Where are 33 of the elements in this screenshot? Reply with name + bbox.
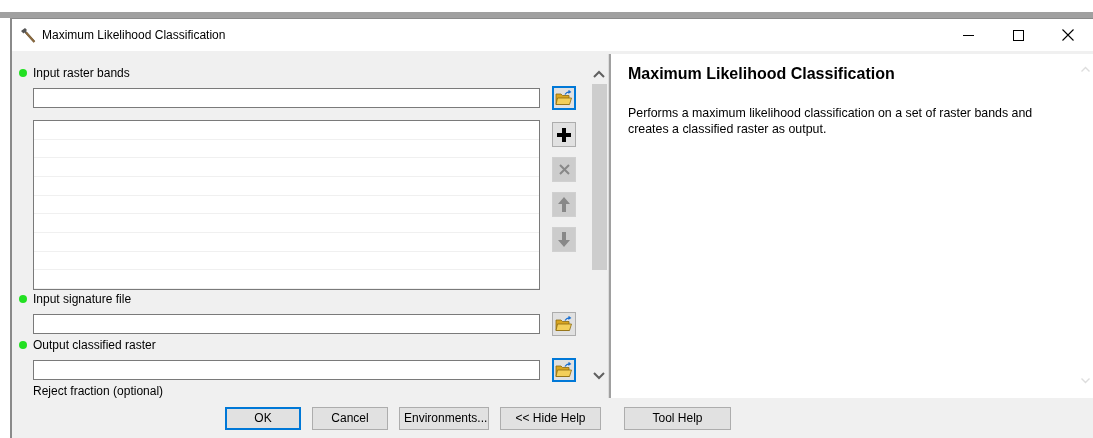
plus-icon: [557, 127, 571, 142]
browse-button[interactable]: [552, 86, 576, 110]
help-description: Performs a maximum likelihood classification on a set of raster bands and creates a classified raster as output.: [628, 105, 1034, 137]
minimize-icon: [962, 34, 974, 36]
parameter-label: Output classified raster: [33, 338, 156, 352]
window-title: Maximum Likelihood Classification: [42, 28, 227, 42]
add-button[interactable]: [552, 122, 576, 147]
folder-icon: [555, 362, 573, 378]
input-field[interactable]: [33, 360, 540, 380]
tool-help-button[interactable]: Tool Help: [624, 406, 731, 430]
parameter-label: Input signature file: [33, 292, 132, 306]
help-title: Maximum Likelihood Classification: [628, 65, 896, 83]
dialog-button[interactable]: << Hide Help: [500, 406, 601, 430]
scrollbar-thumb[interactable]: [591, 84, 607, 270]
close-icon: [1062, 29, 1074, 41]
browse-button[interactable]: [552, 312, 576, 336]
browse-button[interactable]: [552, 358, 576, 382]
scroll-up-icon[interactable]: [593, 70, 605, 78]
dialog-button[interactable]: OK: [225, 406, 301, 430]
arrow-up-icon: [558, 197, 570, 212]
maximize-icon: [1012, 29, 1024, 41]
parameter-label: Reject fraction (optional): [33, 384, 164, 398]
close-icon: [558, 164, 570, 175]
dialog-button[interactable]: Environments...: [399, 406, 489, 430]
hammer-icon: [20, 27, 36, 43]
scroll-down-icon[interactable]: [593, 372, 605, 380]
dialog-button[interactable]: Cancel: [312, 406, 388, 430]
input-field[interactable]: [33, 88, 540, 108]
parameter-label: Input raster bands: [33, 66, 130, 80]
input-field[interactable]: [33, 314, 540, 334]
folder-icon: [555, 90, 573, 106]
arrow-down-icon: [558, 232, 570, 247]
folder-icon: [555, 316, 573, 332]
